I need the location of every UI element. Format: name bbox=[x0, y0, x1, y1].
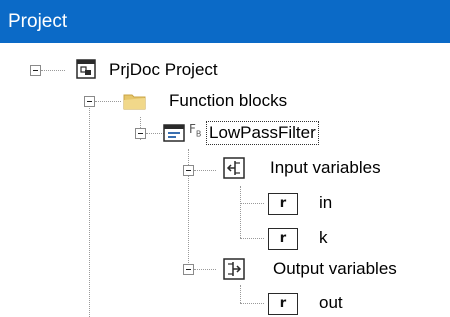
tree-connector bbox=[240, 303, 264, 304]
collapse-toggle-root[interactable] bbox=[30, 65, 41, 76]
tree-item-variable-in-label[interactable]: in bbox=[319, 192, 332, 214]
tree-connector bbox=[240, 238, 264, 239]
function-block-icon bbox=[163, 124, 185, 142]
tree-item-variable-out-label[interactable]: out bbox=[319, 292, 343, 314]
collapse-toggle-output-variables[interactable] bbox=[183, 264, 194, 275]
tree-item-input-variables-label[interactable]: Input variables bbox=[270, 157, 381, 179]
tree-connector bbox=[41, 70, 65, 71]
fb-badge-letter: F bbox=[189, 122, 196, 136]
tree-item-root-label[interactable]: PrjDoc Project bbox=[109, 59, 218, 81]
real-type-icon: r bbox=[268, 193, 298, 215]
tree-connector bbox=[89, 108, 90, 317]
real-type-icon: r bbox=[268, 293, 298, 315]
input-variables-icon bbox=[223, 157, 245, 179]
folder-icon bbox=[123, 94, 146, 110]
tree-connector bbox=[146, 133, 164, 134]
real-type-icon: r bbox=[268, 228, 298, 250]
fb-badge-sub: B bbox=[195, 129, 202, 139]
output-variables-icon bbox=[223, 258, 245, 280]
collapse-toggle-input-variables[interactable] bbox=[183, 165, 194, 176]
tree-connector bbox=[240, 203, 264, 204]
tree-item-variable-k-label[interactable]: k bbox=[319, 227, 328, 249]
tree-connector bbox=[95, 101, 121, 102]
tree-connector bbox=[240, 186, 241, 238]
collapse-toggle-function-blocks[interactable] bbox=[84, 96, 95, 107]
collapse-toggle-lowpassfilter[interactable] bbox=[135, 128, 146, 139]
tree-connector bbox=[194, 170, 216, 171]
tree-connector bbox=[194, 269, 216, 270]
fb-badge: FB bbox=[189, 122, 201, 138]
tree-item-lowpassfilter-label[interactable]: LowPassFilter bbox=[206, 121, 319, 145]
tree-item-output-variables-label[interactable]: Output variables bbox=[273, 258, 397, 280]
project-tree[interactable]: PrjDoc Project Function blocks FB LowPas… bbox=[0, 43, 450, 317]
project-icon bbox=[76, 59, 96, 79]
tree-connector bbox=[240, 285, 241, 303]
tree-item-function-blocks-label[interactable]: Function blocks bbox=[169, 90, 287, 112]
panel-title: Project bbox=[0, 0, 450, 43]
